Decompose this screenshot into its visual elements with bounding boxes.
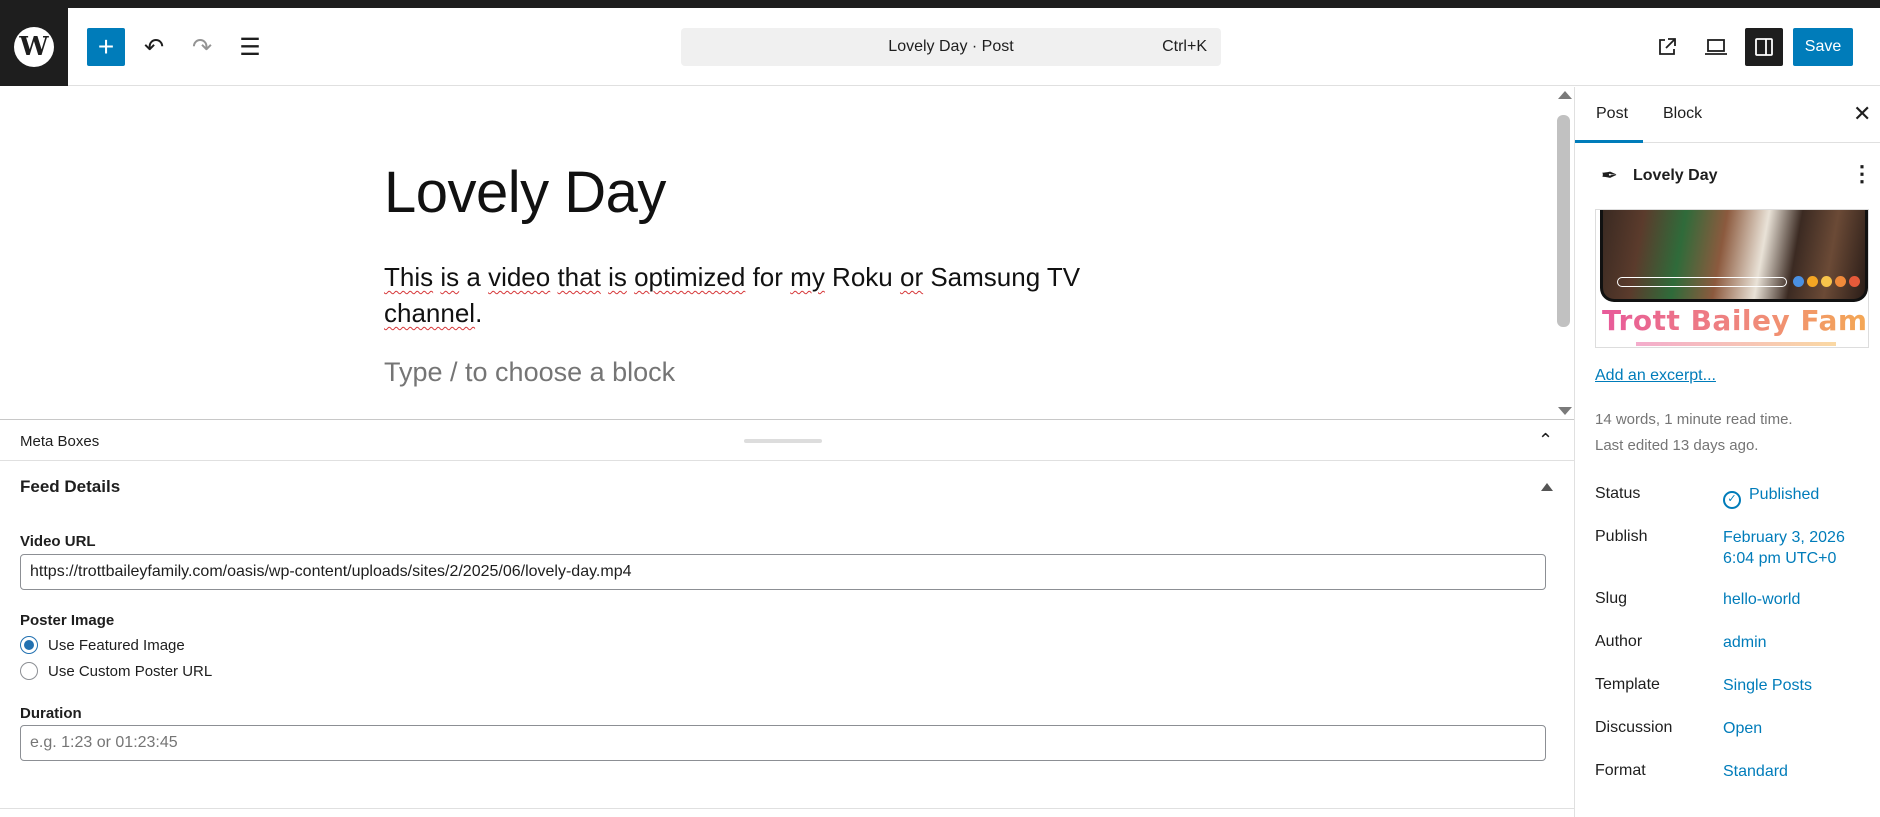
discussion-label: Discussion [1595, 719, 1673, 736]
post-name: Lovely Day [1633, 167, 1718, 184]
template-label: Template [1595, 676, 1660, 693]
document-overview-icon[interactable]: ☰ [231, 28, 269, 66]
para-word: channel [384, 298, 476, 328]
sidebar-tabs: Post Block ✕ [1575, 87, 1880, 143]
format-value[interactable]: Standard [1723, 761, 1788, 782]
publish-label: Publish [1595, 528, 1648, 545]
chevron-up-icon[interactable]: ⌃ [1538, 430, 1553, 451]
para-word: or [899, 262, 924, 292]
para-word: optimized [634, 262, 746, 292]
featured-image[interactable]: Trott Bailey Family [1595, 209, 1869, 348]
poster-option-label: Use Featured Image [48, 636, 185, 654]
meta-boxes-header[interactable]: Meta Boxes ⌃ [0, 419, 1574, 461]
radio-unchecked[interactable] [20, 662, 38, 680]
radio-checked[interactable] [20, 636, 38, 654]
canvas-scrollbar[interactable] [1554, 87, 1574, 419]
word-count-text: 14 words, 1 minute read time. [1595, 411, 1793, 428]
author-label: Author [1595, 633, 1643, 650]
video-url-input[interactable]: https://trottbaileyfamily.com/oasis/wp-c… [20, 554, 1546, 590]
author-value[interactable]: admin [1723, 632, 1767, 653]
active-tab-indicator [1575, 140, 1643, 143]
featured-brand-underline [1636, 342, 1836, 346]
duration-input[interactable]: e.g. 1:23 or 01:23:45 [20, 725, 1546, 761]
last-edited-text: Last edited 13 days ago. [1595, 437, 1759, 454]
poster-option-label: Use Custom Poster URL [48, 662, 213, 680]
post-summary-row: ✒ Lovely Day ⋮ [1575, 157, 1880, 197]
command-title: Lovely Day · Post [888, 38, 1014, 55]
command-palette-button[interactable]: Lovely Day · Post Ctrl+K [681, 28, 1221, 66]
meta-boxes-label: Meta Boxes [20, 433, 100, 450]
featured-brand-text: Trott Bailey Family [1602, 304, 1868, 337]
add-excerpt-link[interactable]: Add an excerpt... [1595, 367, 1716, 385]
panel-toggle-arrow-icon[interactable] [1541, 483, 1553, 491]
status-text: Published [1749, 486, 1820, 503]
status-label: Status [1595, 485, 1641, 502]
published-check-icon: ✓ [1723, 490, 1741, 509]
settings-sidebar-icon[interactable] [1745, 28, 1783, 66]
admin-top-strip [0, 0, 1880, 8]
poster-option-featured[interactable]: Use Featured Image [20, 636, 185, 654]
undo-icon[interactable]: ↶ [135, 28, 173, 66]
para-word: that [557, 262, 601, 292]
add-block-button[interactable]: + [87, 28, 125, 66]
post-title[interactable]: Lovely Day [384, 159, 666, 226]
feed-details-panel: Feed Details Video URL https://trottbail… [0, 461, 1574, 809]
para-word: my [790, 262, 825, 292]
post-paragraph[interactable]: This is a video that is optimized for my… [384, 259, 1104, 331]
slug-value[interactable]: hello-world [1723, 589, 1800, 610]
scroll-down-arrow-icon[interactable] [1558, 407, 1572, 415]
wordpress-logo-icon: W [14, 27, 54, 67]
resize-handle[interactable] [744, 439, 822, 443]
editor-canvas[interactable]: Lovely Day This is a video that is optim… [0, 87, 1574, 419]
video-url-label: Video URL [20, 533, 96, 550]
view-post-icon[interactable] [1648, 28, 1686, 66]
featured-photo [1600, 210, 1868, 302]
template-value[interactable]: Single Posts [1723, 675, 1812, 696]
poster-image-label: Poster Image [20, 612, 115, 629]
block-placeholder[interactable]: Type / to choose a block [384, 357, 675, 388]
tab-post[interactable]: Post [1596, 105, 1628, 123]
settings-sidebar: Post Block ✕ ✒ Lovely Day ⋮ Trott Bailey… [1574, 87, 1880, 817]
close-icon[interactable]: ✕ [1853, 101, 1871, 127]
wordpress-logo-button[interactable]: W [0, 8, 68, 86]
discussion-value[interactable]: Open [1723, 718, 1762, 739]
reaction-dots [1793, 276, 1860, 287]
para-word: is [608, 262, 627, 292]
poster-option-custom[interactable]: Use Custom Poster URL [20, 662, 212, 680]
para-word: video [488, 262, 551, 292]
scroll-thumb[interactable] [1557, 115, 1570, 327]
feed-details-title[interactable]: Feed Details [20, 477, 120, 497]
slug-label: Slug [1595, 590, 1628, 607]
more-actions-icon[interactable]: ⋮ [1851, 161, 1873, 187]
command-shortcut: Ctrl+K [1162, 38, 1207, 55]
para-word: is [440, 262, 460, 292]
scroll-up-arrow-icon[interactable] [1558, 91, 1572, 99]
save-button[interactable]: Save [1793, 28, 1853, 66]
post-pen-icon: ✒ [1601, 165, 1618, 187]
tab-block[interactable]: Block [1663, 105, 1702, 123]
redo-icon[interactable]: ↷ [183, 28, 221, 66]
publish-date: February 3, 2026 [1723, 529, 1845, 546]
para-word: This [384, 262, 434, 292]
device-preview-icon[interactable] [1697, 28, 1735, 66]
editor-toolbar: W + ↶ ↷ ☰ Lovely Day · Post Ctrl+K Save [0, 8, 1880, 86]
duration-label: Duration [20, 705, 82, 722]
publish-time: 6:04 pm UTC+0 [1723, 550, 1837, 567]
status-value[interactable]: ✓ Published [1723, 484, 1819, 509]
publish-date-value[interactable]: February 3, 2026 6:04 pm UTC+0 [1723, 527, 1845, 569]
format-label: Format [1595, 762, 1646, 779]
video-progress-bar [1617, 277, 1787, 287]
